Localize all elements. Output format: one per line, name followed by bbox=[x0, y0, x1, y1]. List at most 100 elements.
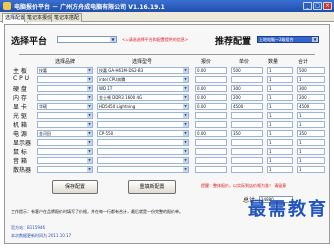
brand-select[interactable]: ▼ bbox=[37, 112, 93, 119]
row-total-field[interactable]: 200 bbox=[297, 94, 325, 101]
brand-select[interactable]: ▼ bbox=[37, 139, 93, 146]
row-total-field[interactable]: 1 bbox=[297, 166, 325, 173]
quote-field[interactable] bbox=[195, 166, 227, 173]
unit-price-field[interactable]: 4500 bbox=[231, 103, 263, 110]
model-select[interactable]: CP-550 ▼ bbox=[97, 130, 189, 137]
brand-select[interactable]: ▼ bbox=[37, 166, 93, 173]
quantity-field[interactable]: 1 bbox=[267, 85, 293, 92]
close-button[interactable]: × bbox=[323, 2, 332, 10]
model-select[interactable]: WD 1T ▼ bbox=[97, 85, 189, 92]
unit-price-field[interactable]: 350 bbox=[231, 130, 263, 137]
brand-select[interactable]: ▼ bbox=[37, 148, 93, 155]
maximize-button[interactable]: □ bbox=[313, 2, 322, 10]
row-total-field[interactable]: 4500 bbox=[297, 103, 325, 110]
chevron-down-icon: ▼ bbox=[312, 37, 318, 42]
site-text: 官方站：B115946 bbox=[11, 225, 46, 230]
quote-field[interactable]: 0.00 bbox=[195, 85, 227, 92]
brand-select[interactable]: 华硕 ▼ bbox=[37, 103, 93, 110]
chevron-down-icon: ▼ bbox=[87, 131, 92, 136]
unit-price-field[interactable] bbox=[231, 112, 263, 119]
quantity-field[interactable]: 1 bbox=[267, 166, 293, 173]
quantity-field[interactable]: 1 bbox=[267, 94, 293, 101]
title-bar: 电脑报价平台 － 广州方舟成电脑有限公司 V1.16.19.1 _ □ × bbox=[0, 0, 334, 12]
quantity-field[interactable]: 1 bbox=[267, 112, 293, 119]
unit-price-field[interactable] bbox=[231, 76, 263, 83]
platform-select[interactable]: ▼ bbox=[57, 36, 117, 43]
row-total-field[interactable]: 350 bbox=[297, 130, 325, 137]
quote-field[interactable]: 0.00 bbox=[195, 67, 227, 74]
model-select[interactable]: intel CPU奔腾 ▼ bbox=[97, 76, 189, 83]
quantity-field[interactable]: 1 bbox=[267, 76, 293, 83]
tip-text: 工作提示：有客户在品牌报价时填写了价格，并在每一行都有合计，最后就是一份完整的报… bbox=[11, 209, 183, 214]
quote-field[interactable] bbox=[195, 139, 227, 146]
brand-select[interactable]: ▼ bbox=[37, 85, 93, 92]
unit-price-field[interactable]: 500 bbox=[231, 67, 263, 74]
quote-field[interactable] bbox=[195, 148, 227, 155]
quantity-field[interactable]: 1 bbox=[267, 148, 293, 155]
quantity-field[interactable]: 1 bbox=[267, 139, 293, 146]
quote-field[interactable] bbox=[195, 76, 227, 83]
chevron-down-icon: ▼ bbox=[183, 167, 188, 172]
update-time-text: 本次数据更新时间为 2011.10.17 bbox=[11, 233, 72, 238]
unit-price-field[interactable]: 200 bbox=[231, 94, 263, 101]
reset-config-button[interactable]: 重填新配置 bbox=[128, 180, 176, 194]
model-select[interactable]: ▼ bbox=[97, 121, 189, 128]
chevron-down-icon: ▼ bbox=[87, 68, 92, 73]
brand-select[interactable]: ▼ bbox=[37, 121, 93, 128]
chevron-down-icon: ▼ bbox=[183, 86, 188, 91]
quote-field[interactable] bbox=[195, 157, 227, 164]
row-label: 机 箱 bbox=[13, 122, 27, 129]
quantity-field[interactable]: 1 bbox=[267, 67, 293, 74]
unit-price-field[interactable] bbox=[231, 157, 263, 164]
quote-field[interactable] bbox=[195, 121, 227, 128]
row-label: 内 存 bbox=[13, 95, 27, 102]
model-select[interactable]: HD5450 Lightning ▼ bbox=[97, 103, 189, 110]
quote-field[interactable]: 0.00 bbox=[195, 130, 227, 137]
quantity-field[interactable]: 1 bbox=[267, 157, 293, 164]
brand-select[interactable]: ▼ bbox=[37, 157, 93, 164]
unit-price-field[interactable] bbox=[231, 148, 263, 155]
minimize-button[interactable]: _ bbox=[303, 2, 312, 10]
brand-select[interactable]: 金河田 ▼ bbox=[37, 130, 93, 137]
column-header-unit-price: 单价 bbox=[239, 59, 250, 65]
quantity-field[interactable]: 1 bbox=[267, 130, 293, 137]
row-total-field[interactable]: 1 bbox=[297, 121, 325, 128]
recommended-config-select[interactable]: 上地电脑—2级组合 ▼ bbox=[257, 36, 319, 43]
brand-select[interactable]: 技嘉 ▼ bbox=[37, 67, 93, 74]
model-select[interactable]: 金士顿 DDR3 1600 4G ▼ bbox=[97, 94, 189, 101]
quote-field[interactable]: 0.00 bbox=[195, 94, 227, 101]
recommended-config-label: 推荐配置 bbox=[215, 37, 252, 47]
row-total-field[interactable]: 1 bbox=[297, 76, 325, 83]
unit-price-field[interactable] bbox=[231, 121, 263, 128]
brand-select[interactable]: ▼ bbox=[37, 76, 93, 83]
chevron-down-icon: ▼ bbox=[183, 158, 188, 163]
model-select[interactable]: ▼ bbox=[97, 157, 189, 164]
quantity-field[interactable]: 1 bbox=[267, 103, 293, 110]
model-select[interactable]: ▼ bbox=[97, 139, 189, 146]
row-total-field[interactable]: 1 bbox=[297, 157, 325, 164]
quote-field[interactable] bbox=[195, 112, 227, 119]
row-total-field[interactable]: 1 bbox=[297, 112, 325, 119]
app-icon bbox=[3, 2, 11, 10]
unit-price-field[interactable]: 300 bbox=[231, 85, 263, 92]
model-select[interactable]: 技嘉 GA-H61M-DS2-B3 ▼ bbox=[97, 67, 189, 74]
row-total-field[interactable]: 1 bbox=[297, 139, 325, 146]
row-label: 音 箱 bbox=[13, 158, 27, 165]
chevron-down-icon: ▼ bbox=[87, 95, 92, 100]
quantity-field[interactable]: 1 bbox=[267, 121, 293, 128]
model-select[interactable]: ▼ bbox=[97, 112, 189, 119]
unit-price-field[interactable] bbox=[231, 139, 263, 146]
row-total-field[interactable]: 1 bbox=[297, 148, 325, 155]
chevron-down-icon: ▼ bbox=[183, 131, 188, 136]
model-select[interactable]: ▼ bbox=[97, 148, 189, 155]
row-total-field[interactable]: 500 bbox=[297, 67, 325, 74]
unit-price-field[interactable] bbox=[231, 166, 263, 173]
quote-field[interactable]: 0.00 bbox=[195, 103, 227, 110]
brand-select[interactable]: ▼ bbox=[37, 94, 93, 101]
save-config-button[interactable]: 保存配置 bbox=[52, 180, 98, 194]
tab-laptop-match[interactable]: 笔记本搭配 bbox=[51, 13, 83, 22]
row-label: C P U bbox=[13, 75, 30, 82]
chevron-down-icon: ▼ bbox=[87, 104, 92, 109]
row-total-field[interactable]: 300 bbox=[297, 85, 325, 92]
model-select[interactable]: ▼ bbox=[97, 166, 189, 173]
